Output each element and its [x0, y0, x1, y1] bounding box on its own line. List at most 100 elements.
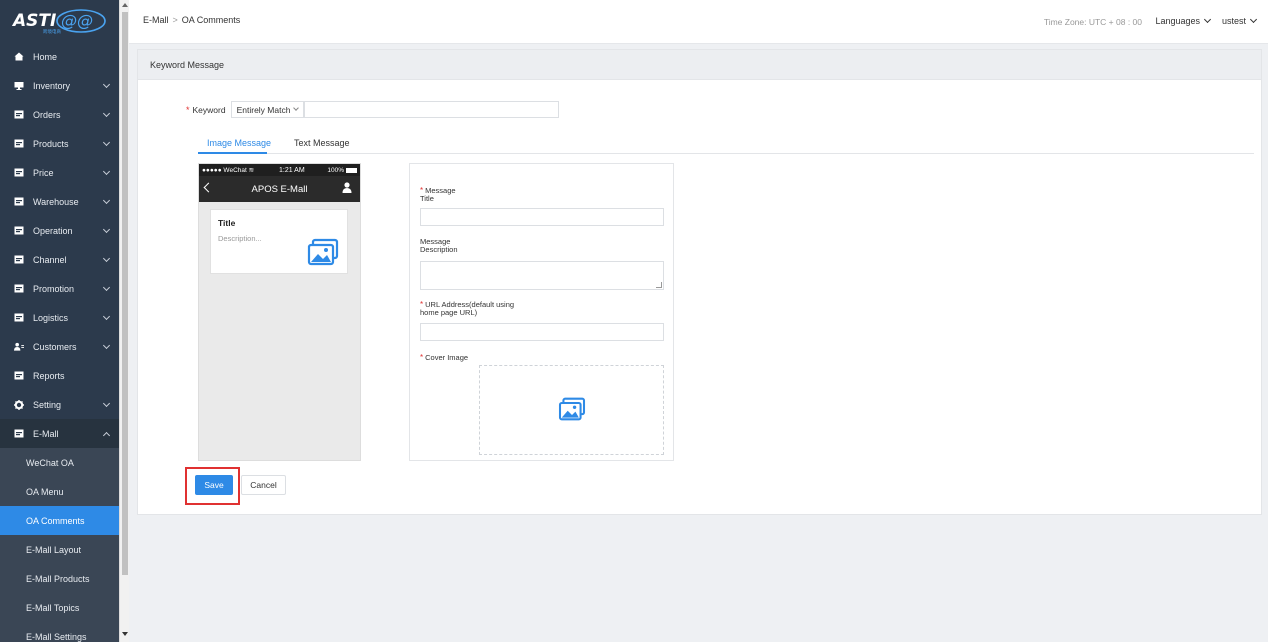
user-icon: [342, 182, 352, 196]
keyword-input[interactable]: [303, 101, 559, 118]
message-title-input[interactable]: [420, 208, 664, 226]
svg-text:ASTI: ASTI: [11, 11, 56, 31]
sidebar-item-customers[interactable]: Customers: [0, 332, 119, 361]
sidebar-item-logistics[interactable]: Logistics: [0, 303, 119, 332]
chevron-down-icon: [102, 399, 111, 408]
monitor-icon: [14, 81, 24, 90]
phone-nav-bar: APOS E-Mall: [199, 176, 360, 202]
logo[interactable]: ASTI @@ 跨境电商: [0, 0, 119, 42]
scrollbar-thumb[interactable]: [122, 12, 128, 575]
keyword-label: Keyword: [192, 104, 226, 115]
username: ustest: [1221, 16, 1246, 26]
chevron-down-icon: [1203, 15, 1212, 24]
message-form: * Message Title Message Description * URL Ad…: [409, 163, 674, 461]
keyword-match-value: Entirely Match: [236, 104, 291, 115]
cancel-button[interactable]: Cancel: [241, 475, 286, 495]
breadcrumb-separator: >: [172, 15, 178, 25]
url-address-label: * URL Address(default using home page URL): [420, 301, 514, 317]
sidebar-subitem-e-mall-products[interactable]: E-Mall Products: [0, 564, 119, 593]
chevron-down-icon: [102, 138, 111, 147]
sidebar: ASTI @@ 跨境电商 Home Inventory Orders Products…: [0, 0, 119, 642]
keyword-match-select[interactable]: Entirely Match: [230, 101, 304, 118]
sidebar-subitem-e-mall-settings[interactable]: E-Mall Settings: [0, 622, 119, 642]
sidebar-item-operation[interactable]: Operation: [0, 216, 119, 245]
chevron-up-icon: [102, 431, 111, 440]
sidebar-item-label: Products: [33, 138, 69, 149]
label-line: home page URL): [420, 308, 478, 317]
phone-battery: 100%: [327, 167, 357, 174]
sidebar-item-products[interactable]: Products: [0, 129, 119, 158]
sidebar-item-label: Reports: [33, 370, 65, 381]
customers-icon: [14, 342, 24, 351]
back-icon: [203, 182, 214, 193]
keyword-row: * Keyword Entirely Match: [186, 101, 559, 118]
tab-text-message[interactable]: Text Message: [294, 138, 350, 148]
languages-dropdown[interactable]: Languages: [1155, 15, 1212, 26]
sidebar-item-label: Home: [33, 51, 58, 62]
sidebar-subitem-wechat-oa[interactable]: WeChat OA: [0, 448, 119, 477]
channel-icon: [14, 255, 24, 264]
sidebar-subitem-e-mall-topics[interactable]: E-Mall Topics: [0, 593, 119, 622]
nav-list: Home Inventory Orders Products Price Warehous…: [0, 42, 119, 448]
sidebar-item-e-mall[interactable]: E-Mall: [0, 419, 119, 448]
sidebar-item-label: E-Mall: [33, 428, 59, 439]
cover-image-upload[interactable]: [479, 365, 664, 455]
sidebar-subitem-e-mall-layout[interactable]: E-Mall Layout: [0, 535, 119, 564]
phone-status-bar: ●●●●● WeChat ≋ 1:21 AM 100%: [199, 164, 360, 176]
message-description-label: Message Description: [420, 238, 458, 254]
user-dropdown[interactable]: ustest: [1221, 15, 1258, 26]
sidebar-item-reports[interactable]: Reports: [0, 361, 119, 390]
languages-label: Languages: [1155, 16, 1200, 26]
gear-icon: [14, 399, 24, 410]
tab-image-message[interactable]: Image Message: [207, 138, 271, 148]
scroll-down-arrow-icon[interactable]: [122, 632, 128, 636]
sidebar-item-inventory[interactable]: Inventory: [0, 71, 119, 100]
active-tab-indicator: [198, 152, 267, 154]
sidebar-item-warehouse[interactable]: Warehouse: [0, 187, 119, 216]
message-description-textarea[interactable]: [420, 261, 664, 290]
chevron-down-icon: [102, 80, 111, 89]
scroll-up-arrow-icon[interactable]: [122, 3, 128, 7]
breadcrumb: E-Mall > OA Comments: [143, 15, 240, 25]
sidebar-item-promotion[interactable]: Promotion: [0, 274, 119, 303]
battery-icon: [346, 167, 357, 173]
sidebar-item-setting[interactable]: Setting: [0, 390, 119, 419]
battery-text: 100%: [327, 166, 344, 174]
message-type-tabs: Image Message Text Message: [198, 134, 1254, 154]
sidebar-item-price[interactable]: Price: [0, 158, 119, 187]
sidebar-subitem-oa-comments[interactable]: OA Comments: [0, 506, 119, 535]
sidebar-subitem-oa-menu[interactable]: OA Menu: [0, 477, 119, 506]
breadcrumb-parent[interactable]: E-Mall: [143, 15, 169, 25]
astiaea-logo-icon: ASTI @@ 跨境电商: [11, 9, 106, 35]
image-placeholder-icon: [307, 238, 339, 268]
required-marker: *: [186, 104, 190, 115]
label-line: Description: [420, 245, 458, 254]
wifi-icon: ≋: [248, 167, 255, 174]
url-address-input[interactable]: [420, 323, 664, 341]
save-button[interactable]: Save: [195, 475, 233, 495]
phone-preview: ●●●●● WeChat ≋ 1:21 AM 100% APOS E-Mall …: [198, 163, 361, 461]
home-icon: [14, 52, 24, 61]
keyword-message-panel: Keyword Message * Keyword Entirely Match…: [137, 49, 1262, 515]
phone-carrier: ●●●●● WeChat ≋: [202, 166, 254, 174]
chevron-down-icon: [102, 312, 111, 321]
sidebar-item-label: Price: [33, 167, 54, 178]
orders-icon: [14, 110, 24, 119]
chevron-down-icon: [102, 341, 111, 350]
sidebar-item-label: Operation: [33, 225, 73, 236]
sidebar-item-channel[interactable]: Channel: [0, 245, 119, 274]
image-upload-icon: [558, 397, 586, 423]
resize-grip-icon[interactable]: [656, 282, 662, 288]
sidebar-item-label: Promotion: [33, 283, 75, 294]
sidebar-item-orders[interactable]: Orders: [0, 100, 119, 129]
sidebar-item-home[interactable]: Home: [0, 42, 119, 71]
chevron-down-icon: [102, 167, 111, 176]
sidebar-scrollbar[interactable]: [119, 0, 129, 642]
phone-nav-title: APOS E-Mall: [251, 183, 308, 195]
svg-text:跨境电商: 跨境电商: [43, 28, 61, 35]
label-line: Title: [420, 194, 434, 203]
operation-icon: [14, 226, 24, 235]
label-line: Cover Image: [425, 353, 469, 362]
emall-icon: [14, 429, 24, 438]
promotion-icon: [14, 284, 24, 293]
